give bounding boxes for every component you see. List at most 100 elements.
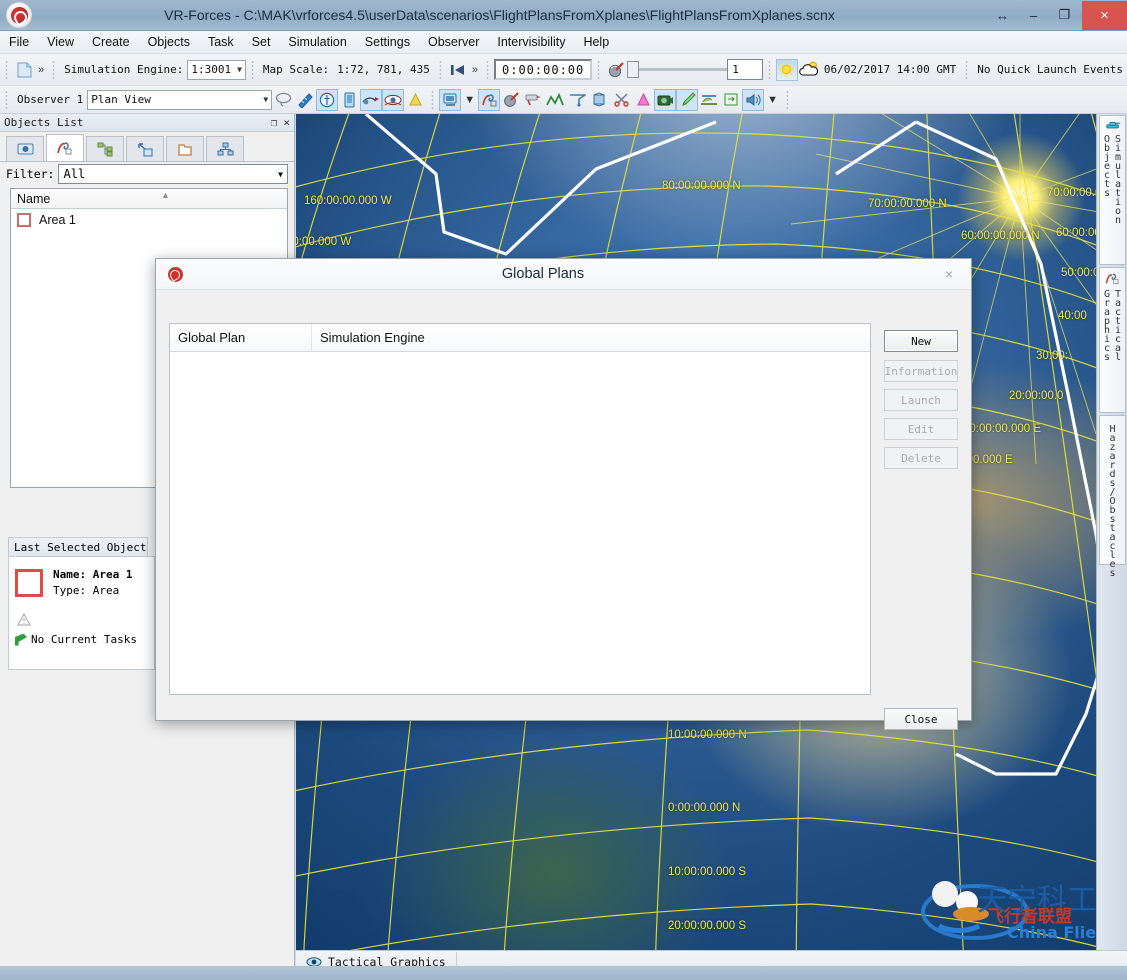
menu-create[interactable]: Create xyxy=(83,33,139,51)
menu-task[interactable]: Task xyxy=(199,33,243,51)
chevron-down-icon: ▼ xyxy=(237,65,242,74)
map-label: 10:00:00.000 S xyxy=(668,866,746,878)
area-swatch-icon xyxy=(17,213,31,227)
view-mode-select[interactable]: Plan View ▼ xyxy=(87,90,272,110)
toolbar-grip[interactable] xyxy=(596,59,601,81)
sound-icon[interactable] xyxy=(742,89,764,111)
tab-folders[interactable] xyxy=(166,136,204,161)
toolbar-grip[interactable] xyxy=(767,59,772,81)
information-button[interactable]: Information xyxy=(884,360,958,382)
delete-button[interactable]: Delete xyxy=(884,447,958,469)
dock-tab-simulation-objects[interactable]: Simulation Objects xyxy=(1099,115,1126,265)
maximize-window-button[interactable]: ❐ xyxy=(1049,0,1080,31)
map-label: 20:00:00.000 S xyxy=(668,920,746,932)
edit-button[interactable]: Edit xyxy=(884,418,958,440)
speed-slider-track[interactable] xyxy=(639,68,727,71)
toolbar-overflow-button[interactable]: » xyxy=(35,64,47,76)
toolbar-grip[interactable] xyxy=(430,89,435,111)
menu-objects[interactable]: Objects xyxy=(139,33,199,51)
column-simulation-engine[interactable]: Simulation Engine xyxy=(312,324,870,351)
repeat-area-icon[interactable] xyxy=(720,89,742,111)
watermark: 天宁科工 飞行者联盟 China Flier xyxy=(915,870,1125,948)
network-icon[interactable] xyxy=(588,89,610,111)
terrain-layer-icon[interactable] xyxy=(698,89,720,111)
waypoint-icon[interactable] xyxy=(566,89,588,111)
toolbar-grip[interactable] xyxy=(785,89,790,111)
close-dialog-button[interactable]: Close xyxy=(884,708,958,730)
ground-view-icon[interactable] xyxy=(360,89,382,111)
simulation-time-display: 0:00:00:00 xyxy=(494,59,592,80)
toolbar-grip[interactable] xyxy=(250,59,255,81)
menu-observer[interactable]: Observer xyxy=(419,33,488,51)
lasso-select-icon[interactable] xyxy=(272,89,294,111)
rewind-to-start-icon[interactable] xyxy=(447,59,469,81)
speed-slider-handle[interactable] xyxy=(627,61,639,78)
toolbar-grip[interactable] xyxy=(4,59,9,81)
dock-tab-hazards-obstacles[interactable]: Hazards/Obstacles xyxy=(1099,415,1126,565)
new-plan-button[interactable]: New xyxy=(884,330,958,352)
playback-overflow-button[interactable]: » xyxy=(469,64,481,76)
new-document-icon[interactable] xyxy=(13,59,35,81)
global-plans-table[interactable]: Global Plan Simulation Engine xyxy=(169,323,871,695)
close-panel-button[interactable]: × xyxy=(283,116,290,129)
restore-window-button[interactable]: ↔ xyxy=(987,0,1018,31)
menu-view[interactable]: View xyxy=(38,33,83,51)
sim-engine-label: Simulation Engine: xyxy=(60,63,187,76)
menu-set[interactable]: Set xyxy=(243,33,280,51)
toolbar-grip[interactable] xyxy=(4,89,9,111)
toolbar-grip[interactable] xyxy=(438,59,443,81)
menu-intervisibility[interactable]: Intervisibility xyxy=(488,33,574,51)
minimize-window-button[interactable]: – xyxy=(1018,0,1049,31)
objects-list-title: Objects List xyxy=(4,116,83,129)
simulation-datetime: 06/02/2017 14:00 GMT xyxy=(820,63,960,76)
cone-view-icon[interactable] xyxy=(404,89,426,111)
filter-select[interactable]: All ▼ xyxy=(58,164,288,184)
table-row[interactable]: Area 1 xyxy=(11,209,287,231)
global-plans-dialog[interactable]: Global Plans × Global Plan Simulation En… xyxy=(155,258,972,721)
toolbar-grip[interactable] xyxy=(964,59,969,81)
tab-objects[interactable] xyxy=(6,136,44,161)
display-settings-icon[interactable] xyxy=(439,89,461,111)
menu-settings[interactable]: Settings xyxy=(356,33,419,51)
tab-tactical-graphics[interactable] xyxy=(46,134,84,161)
display-dropdown-icon[interactable]: ▼ xyxy=(461,94,478,106)
menu-help[interactable]: Help xyxy=(574,33,618,51)
sock-wind-icon[interactable] xyxy=(522,89,544,111)
sun-icon[interactable] xyxy=(776,59,798,81)
sound-dropdown-icon[interactable]: ▼ xyxy=(764,94,781,106)
sim-engine-select[interactable]: 1:3001 ▼ xyxy=(187,60,246,80)
window-bottom-edge xyxy=(0,966,1127,980)
toolbar-grip[interactable] xyxy=(51,59,56,81)
map-label: 80:00:00.000 N xyxy=(662,180,741,192)
objects-table-header[interactable]: Name xyxy=(11,189,287,209)
eye-view-icon[interactable] xyxy=(382,89,404,111)
map-label: 50:00:0 xyxy=(1061,267,1099,279)
tactical-graphics-icon[interactable] xyxy=(478,89,500,111)
hazard-cone-icon[interactable] xyxy=(632,89,654,111)
tether-object-icon[interactable] xyxy=(338,89,360,111)
menu-simulation[interactable]: Simulation xyxy=(279,33,355,51)
close-window-button[interactable]: × xyxy=(1082,1,1127,30)
launch-button[interactable]: Launch xyxy=(884,389,958,411)
simulation-speed-icon[interactable] xyxy=(605,59,627,81)
paint-brush-icon[interactable] xyxy=(676,89,698,111)
tab-network[interactable] xyxy=(206,136,244,161)
scissors-icon[interactable] xyxy=(610,89,632,111)
float-panel-button[interactable]: ❐ xyxy=(271,116,278,129)
simulation-objects-icon[interactable] xyxy=(500,89,522,111)
camera-icon[interactable] xyxy=(654,89,676,111)
map-scale-label: Map Scale: xyxy=(259,63,333,76)
cloud-icon[interactable] xyxy=(798,59,820,81)
column-global-plan[interactable]: Global Plan xyxy=(170,324,312,351)
terrain-profile-icon[interactable] xyxy=(544,89,566,111)
measure-ruler-icon[interactable] xyxy=(294,89,316,111)
dialog-close-icon[interactable]: × xyxy=(927,260,971,289)
tab-hierarchy[interactable] xyxy=(86,136,124,161)
attach-observer-icon[interactable] xyxy=(316,89,338,111)
toolbar-grip[interactable] xyxy=(485,59,490,81)
speed-value-input[interactable]: 1 xyxy=(727,59,763,80)
menu-file[interactable]: File xyxy=(0,33,38,51)
objects-list-tabs xyxy=(0,132,294,162)
dock-tab-tactical-graphics[interactable]: Tactical Graphics xyxy=(1099,267,1126,413)
tab-aggregate[interactable] xyxy=(126,136,164,161)
